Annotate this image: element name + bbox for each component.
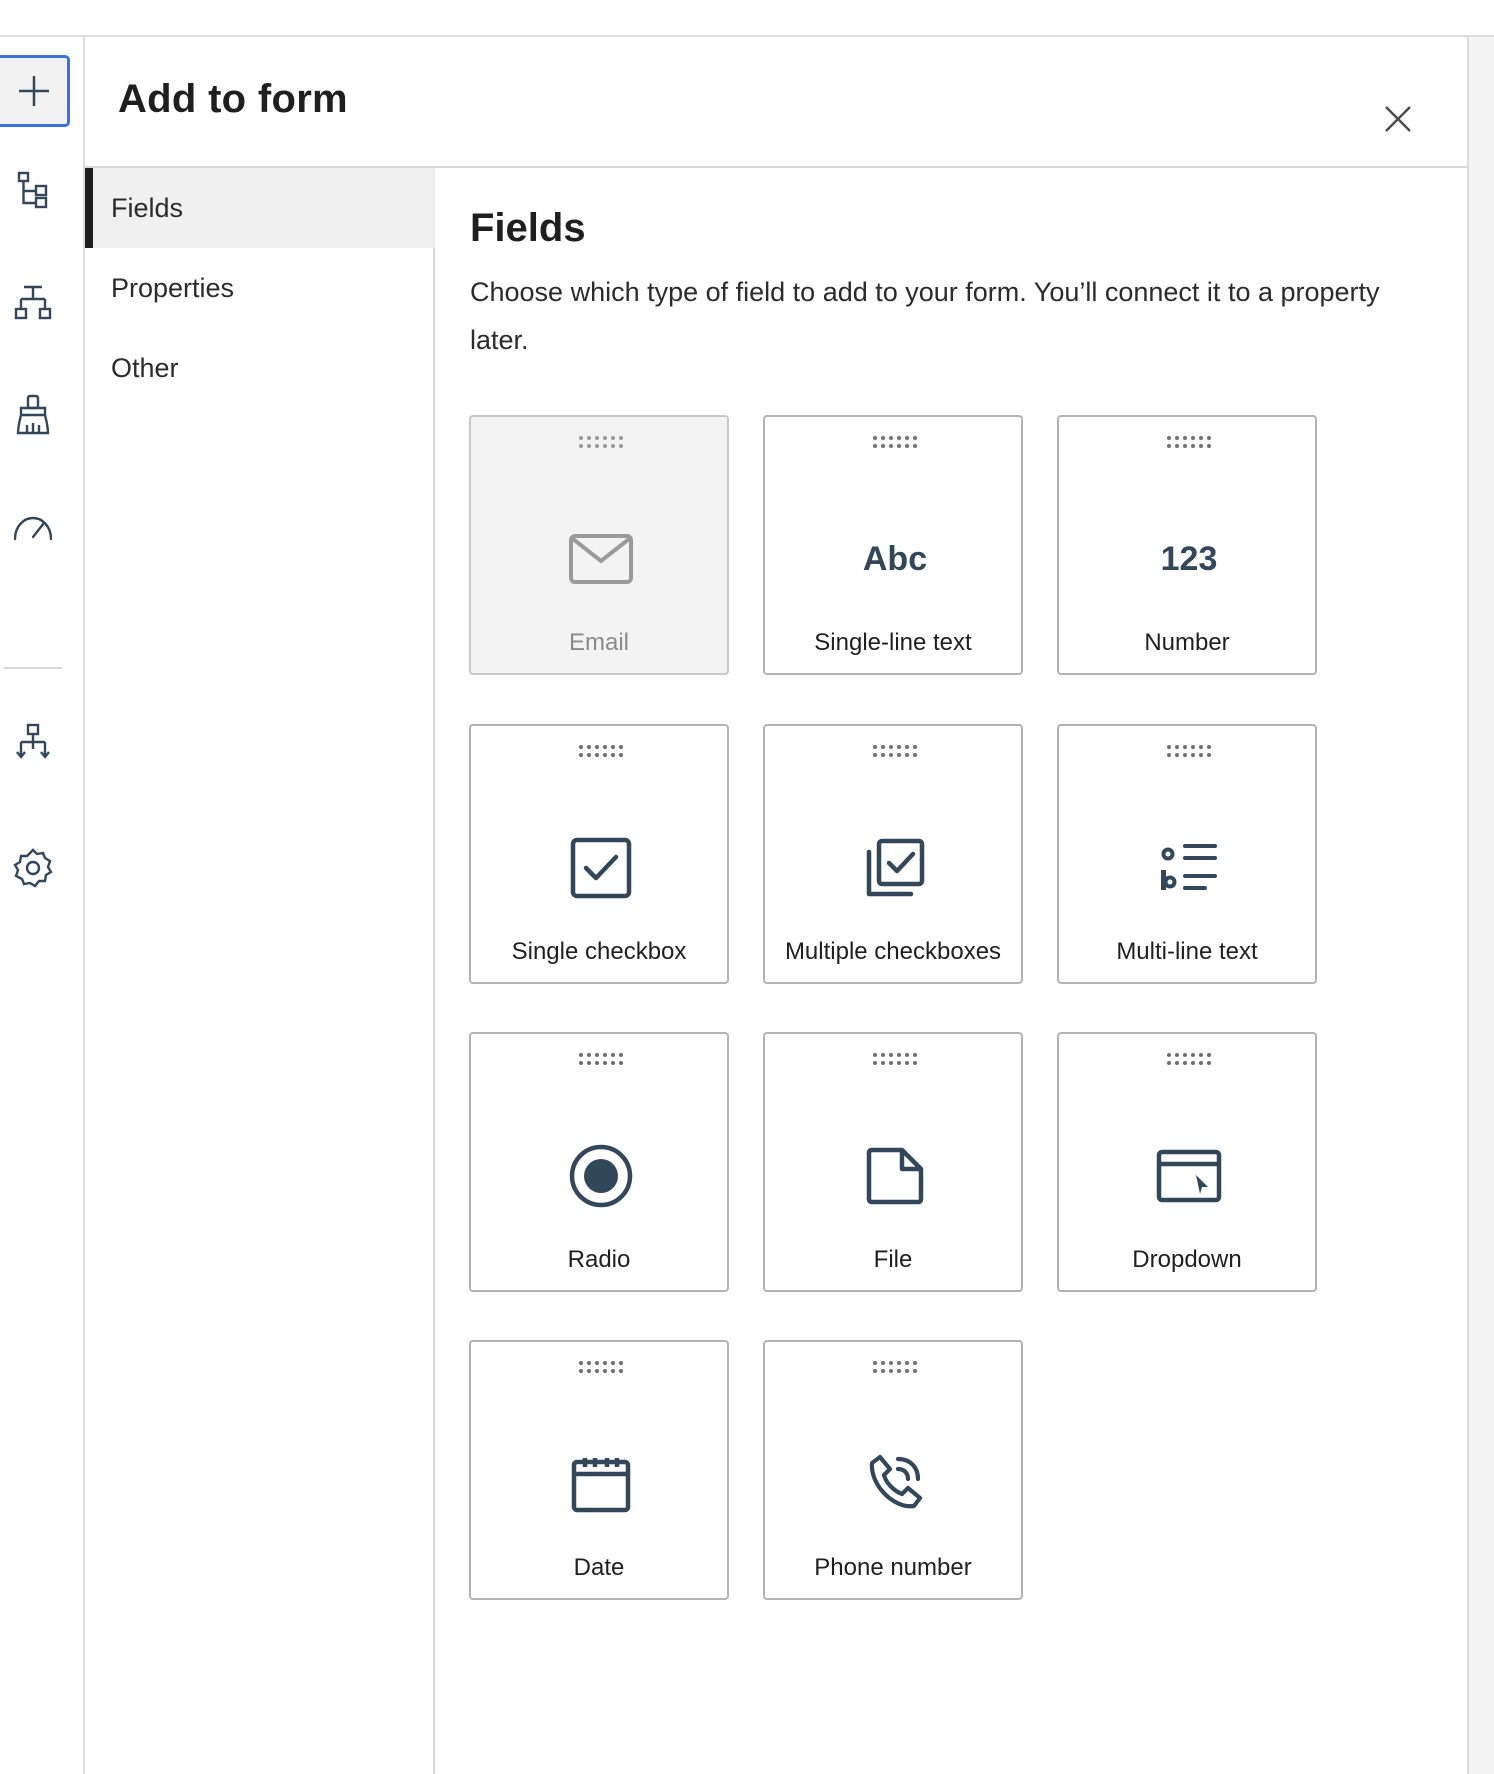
close-button[interactable]: [1376, 97, 1420, 141]
nav-item-fields[interactable]: Fields: [85, 168, 435, 248]
fields-content: Fields Choose which type of field to add…: [435, 168, 1467, 1774]
settings-icon: [13, 848, 53, 888]
settings-button[interactable]: [8, 843, 58, 893]
style-button[interactable]: [8, 390, 58, 440]
checkbox-icon: [561, 828, 641, 908]
speedometer-icon: [13, 516, 53, 541]
drag-handle-icon: [579, 436, 623, 448]
drag-handle-icon: [579, 1053, 623, 1065]
field-label: Single-line text: [814, 629, 972, 656]
rail-divider: [4, 667, 62, 669]
tree-icon: [17, 171, 48, 209]
nav-item-properties[interactable]: Properties: [85, 248, 435, 328]
field-label: Phone number: [814, 1554, 972, 1581]
drag-handle-icon: [579, 1361, 623, 1373]
number-icon: 123: [1149, 519, 1229, 599]
field-label: Multi-line text: [1116, 938, 1258, 965]
field-label: Dropdown: [1132, 1246, 1242, 1273]
vertical-scrollbar[interactable]: [1467, 37, 1494, 1774]
hierarchy-icon: [14, 285, 52, 320]
email-icon: [561, 519, 641, 599]
number-glyph: 123: [1160, 539, 1218, 578]
plus-icon: [18, 76, 49, 106]
multiline-text-icon: [1149, 828, 1229, 908]
field-tile-multi-line-text[interactable]: Multi-line text: [1057, 724, 1317, 984]
field-tile-multiple-checkboxes[interactable]: Multiple checkboxes: [763, 724, 1023, 984]
field-label: Number: [1144, 629, 1230, 656]
field-tile-file[interactable]: File: [763, 1032, 1023, 1292]
multiple-checkboxes-icon: [855, 828, 935, 908]
field-label: Single checkbox: [511, 938, 687, 965]
abc-glyph: Abc: [862, 539, 928, 578]
add-to-form-panel: Add to form Fields Properties Other Fiel…: [85, 37, 1467, 1774]
section-title: Fields: [470, 206, 586, 250]
top-bar: [0, 0, 1494, 37]
field-tile-date[interactable]: Date: [469, 1340, 729, 1600]
abc-icon: Abc: [855, 519, 935, 599]
add-button[interactable]: [0, 55, 70, 127]
field-tile-single-line-text[interactable]: Abc Single-line text: [763, 415, 1023, 675]
drag-handle-icon: [579, 745, 623, 757]
field-label: File: [873, 1246, 913, 1273]
field-tile-number[interactable]: 123 Number: [1057, 415, 1317, 675]
drag-handle-icon: [1167, 1053, 1211, 1065]
field-tile-radio[interactable]: Radio: [469, 1032, 729, 1292]
drag-handle-icon: [873, 745, 917, 757]
drag-handle-icon: [873, 1361, 917, 1373]
panel-header: Add to form: [85, 37, 1467, 168]
drag-handle-icon: [873, 1053, 917, 1065]
field-label: Multiple checkboxes: [784, 938, 1002, 965]
radio-icon: [561, 1136, 641, 1216]
category-nav: Fields Properties Other: [85, 168, 435, 1774]
dropdown-icon: [1149, 1136, 1229, 1216]
left-rail: [0, 37, 85, 1774]
hierarchy-button[interactable]: [8, 277, 58, 327]
workflow-icon: [16, 723, 50, 759]
tree-button[interactable]: [8, 165, 58, 215]
paint-brush-icon: [16, 394, 50, 435]
field-tile-single-checkbox[interactable]: Single checkbox: [469, 724, 729, 984]
drag-handle-icon: [1167, 745, 1211, 757]
workflow-button[interactable]: [8, 717, 58, 767]
field-label: Email: [568, 629, 629, 656]
field-tile-email[interactable]: Email: [469, 415, 729, 675]
close-icon: [1385, 106, 1411, 132]
panel-title: Add to form: [118, 77, 348, 121]
field-label: Radio: [567, 1246, 631, 1273]
phone-icon: [855, 1444, 935, 1524]
field-label: Date: [573, 1554, 625, 1581]
drag-handle-icon: [1167, 436, 1211, 448]
file-icon: [855, 1136, 935, 1216]
drag-handle-icon: [873, 436, 917, 448]
nav-item-other[interactable]: Other: [85, 328, 435, 408]
calendar-icon: [561, 1444, 641, 1524]
field-tile-dropdown[interactable]: Dropdown: [1057, 1032, 1317, 1292]
section-description: Choose which type of field to add to you…: [470, 277, 1380, 355]
performance-button[interactable]: [8, 503, 58, 553]
field-tile-phone-number[interactable]: Phone number: [763, 1340, 1023, 1600]
